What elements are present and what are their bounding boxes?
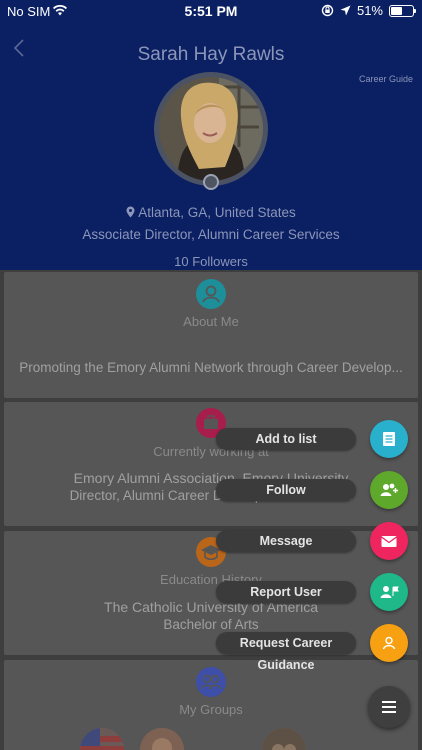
avatar-photo xyxy=(159,77,263,181)
status-bar: No SIM 5:51 PM 51% xyxy=(0,0,422,22)
report-user-icon[interactable] xyxy=(370,573,408,611)
message-label[interactable]: Message xyxy=(216,530,356,552)
avatar-frame xyxy=(154,72,268,186)
report-user-label[interactable]: Report User xyxy=(216,581,356,603)
avatar[interactable] xyxy=(159,77,263,181)
list-icon[interactable] xyxy=(370,420,408,458)
menu-toggle-button[interactable] xyxy=(368,686,410,728)
followers-count[interactable]: 10 Followers xyxy=(0,254,422,269)
about-text[interactable]: Promoting the Emory Alumni Network throu… xyxy=(4,360,418,375)
envelope-icon[interactable] xyxy=(370,522,408,560)
fab-message[interactable]: Message xyxy=(216,522,408,560)
add-to-list-label[interactable]: Add to list xyxy=(216,428,356,450)
about-card: About Me Promoting the Emory Alumni Netw… xyxy=(4,272,418,398)
location: Atlanta, GA, United States xyxy=(0,205,422,220)
map-pin-icon xyxy=(126,206,135,218)
request-career-guidance-label[interactable]: Request Career Guidance xyxy=(216,632,356,672)
fab-follow[interactable]: Follow xyxy=(216,471,408,509)
battery-icon xyxy=(389,4,416,17)
profile-name: Sarah Hay Rawls xyxy=(137,44,285,65)
follow-label[interactable]: Follow xyxy=(216,479,356,501)
location-arrow-icon xyxy=(340,5,351,16)
about-heading: About Me xyxy=(183,314,239,329)
location-text: Atlanta, GA, United States xyxy=(138,205,296,220)
status-indicator xyxy=(203,174,219,190)
person-icon xyxy=(196,279,226,309)
status-right: 51% xyxy=(321,3,416,18)
battery-level xyxy=(391,6,402,15)
profile-content: About Me Promoting the Emory Alumni Netw… xyxy=(0,270,422,750)
career-guide-badge[interactable]: Career Guide xyxy=(359,74,413,84)
add-people-icon[interactable] xyxy=(370,471,408,509)
orientation-lock-icon xyxy=(321,4,334,17)
hamburger-icon xyxy=(382,701,396,713)
profile-header: Sarah Hay Rawls Career Guide Atlanta, GA… xyxy=(0,22,422,270)
fab-add-to-list[interactable]: Add to list xyxy=(216,420,408,458)
fab-report-user[interactable]: Report User xyxy=(216,573,408,611)
group-icon xyxy=(196,667,226,697)
job-title: Associate Director, Alumni Career Servic… xyxy=(82,227,340,242)
groups-card: My Groups xyxy=(4,660,418,750)
person-icon[interactable] xyxy=(370,624,408,662)
fab-request-career-guidance[interactable]: Request Career Guidance xyxy=(216,624,408,672)
battery-percent: 51% xyxy=(356,3,383,18)
groups-heading: My Groups xyxy=(179,702,243,717)
